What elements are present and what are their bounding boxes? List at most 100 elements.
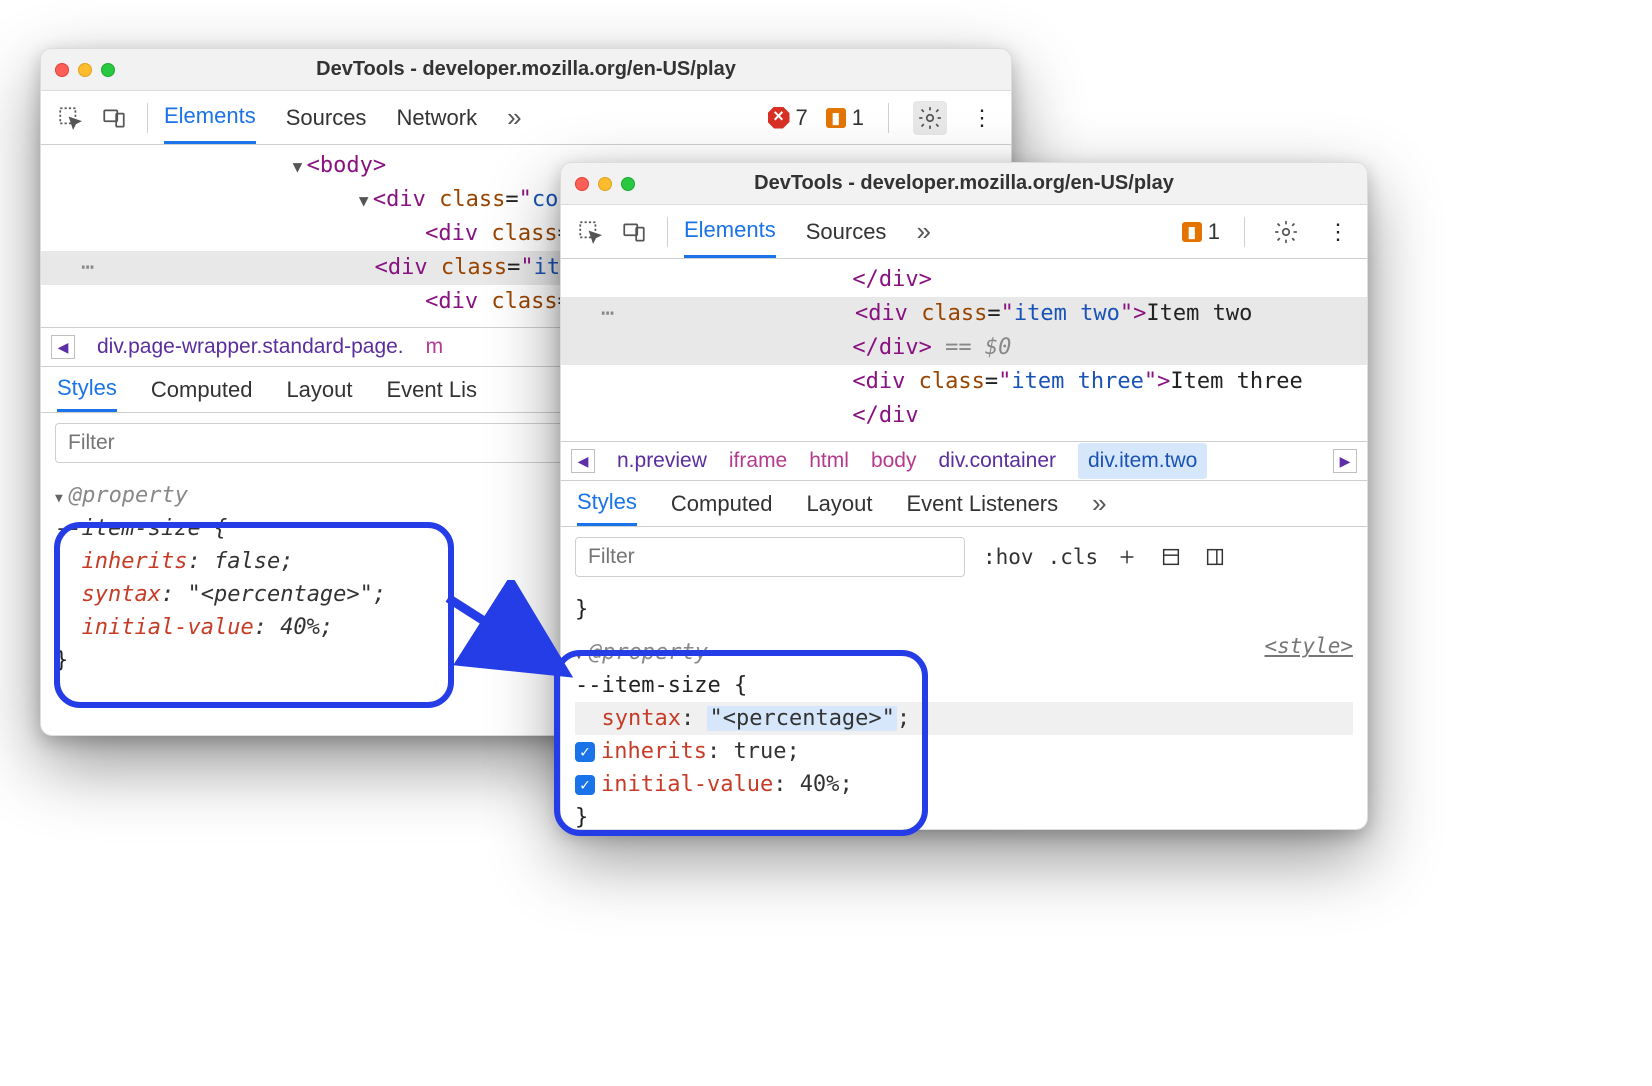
css-property-value: 40% [800,772,840,797]
hov-toggle[interactable]: :hov [983,545,1034,569]
more-tabs-chevron-icon[interactable]: » [916,216,924,247]
style-source-link[interactable]: <style> [1264,631,1353,663]
css-property-name: inherits [601,739,707,764]
window-title: DevTools - developer.mozilla.org/en-US/p… [41,58,1011,81]
more-tabs-chevron-icon[interactable]: » [507,102,515,133]
css-property-name: syntax [82,582,161,607]
dom-node[interactable]: ⋯ <div class="item two">Item two [561,297,1367,331]
cls-toggle[interactable]: .cls [1048,545,1099,569]
dom-node[interactable]: <div class="item three">Item three [561,365,1367,399]
issue-icon: ▮ [826,108,846,128]
breadcrumb-scroll-right-icon[interactable]: ▶ [1333,449,1357,473]
kebab-menu-icon[interactable]: ⋮ [965,101,999,135]
status-area: 7 ▮1 ⋮ [768,101,1000,135]
subtab-styles[interactable]: Styles [57,367,117,412]
error-icon [768,107,790,129]
css-declaration[interactable]: ✓initial-value: 40%; [575,768,1353,801]
issue-icon: ▮ [1182,222,1202,242]
breadcrumb-item[interactable]: html [809,449,849,473]
subtab-event-listeners[interactable]: Event Listeners [907,483,1059,525]
window-controls [55,63,115,77]
panel-tabs: Elements Sources Network » [164,91,758,144]
computed-styles-sidebar-icon[interactable] [1156,542,1186,572]
subtab-layout[interactable]: Layout [806,483,872,525]
device-toolbar-icon[interactable] [617,215,651,249]
dom-node[interactable]: </div> [561,263,1367,297]
css-property-value: "<percentage>" [187,582,372,607]
devtools-toolbar: Elements Sources » ▮1 ⋮ [561,205,1367,259]
titlebar[interactable]: DevTools - developer.mozilla.org/en-US/p… [41,49,1011,91]
inspect-element-icon[interactable] [573,215,607,249]
css-property-name: initial-value [82,615,254,640]
breadcrumb-scroll-left-icon[interactable]: ◀ [571,449,595,473]
issue-count[interactable]: ▮1 [1182,219,1220,245]
css-declaration[interactable]: ✓inherits: true; [575,735,1353,768]
breadcrumb-item[interactable]: m [426,335,444,359]
dom-node[interactable]: </div> == $0 [561,331,1367,365]
dom-text: Item two [1146,301,1252,326]
issue-count-value: 1 [1208,219,1220,245]
breadcrumb-item[interactable]: iframe [729,449,787,473]
device-toolbar-icon[interactable] [97,101,131,135]
tab-elements[interactable]: Elements [684,205,776,258]
css-declaration[interactable]: syntax: "<percentage>"; [575,702,1353,735]
styles-subtabs: Styles Computed Layout Event Listeners » [561,481,1367,527]
window-controls [575,177,635,191]
breadcrumb-item[interactable]: n.preview [617,449,707,473]
at-rule-label[interactable]: @property [575,640,708,665]
property-enable-checkbox[interactable]: ✓ [575,742,595,762]
separator [888,103,889,133]
fullscreen-window-btn[interactable] [621,177,635,191]
dom-node[interactable]: </div [561,399,1367,433]
minimize-window-btn[interactable] [78,63,92,77]
close-window-btn[interactable] [55,63,69,77]
css-property-name: syntax [602,706,681,731]
separator [1244,217,1245,247]
close-window-btn[interactable] [575,177,589,191]
at-rule-label[interactable]: @property [55,483,188,508]
subtab-computed[interactable]: Computed [671,483,773,525]
tab-elements[interactable]: Elements [164,91,256,144]
styles-filter-input[interactable] [575,537,965,577]
settings-gear-icon[interactable] [1269,215,1303,249]
inspect-element-icon[interactable] [53,101,87,135]
error-count-value: 7 [796,105,808,131]
fullscreen-window-btn[interactable] [101,63,115,77]
subtab-event-listeners[interactable]: Event Lis [387,369,478,411]
breadcrumb-scroll-left-icon[interactable]: ◀ [51,335,75,359]
more-subtabs-chevron-icon[interactable]: » [1092,488,1100,519]
rendering-panel-icon[interactable] [1200,542,1230,572]
css-property-value: 40% [280,615,320,640]
dom-tree[interactable]: </div> ⋯ <div class="item two">Item two … [561,259,1367,441]
issue-count[interactable]: ▮1 [826,105,864,131]
issue-count-value: 1 [852,105,864,131]
css-selector[interactable]: --item-size { [575,669,1353,702]
subtab-layout[interactable]: Layout [286,369,352,411]
selected-marker: == $0 [945,335,1011,360]
breadcrumb-item[interactable]: div.page-wrapper.standard-page. [97,335,404,359]
tab-sources[interactable]: Sources [806,207,887,257]
dom-text: Item three [1170,369,1302,394]
breadcrumb-item[interactable]: body [871,449,917,473]
breadcrumb-item[interactable]: div.container [938,449,1056,473]
subtab-styles[interactable]: Styles [577,481,637,526]
css-property-value: true [733,739,786,764]
css-property-value[interactable]: "<percentage>" [707,706,896,731]
breadcrumb[interactable]: ◀ n.preview iframe html body div.contain… [561,441,1367,481]
error-count[interactable]: 7 [768,105,808,131]
settings-gear-icon[interactable] [913,101,947,135]
subtab-computed[interactable]: Computed [151,369,253,411]
css-close-brace: } [575,593,1353,626]
new-style-rule-icon[interactable] [1112,542,1142,572]
titlebar[interactable]: DevTools - developer.mozilla.org/en-US/p… [561,163,1367,205]
kebab-menu-icon[interactable]: ⋮ [1321,215,1355,249]
tab-sources[interactable]: Sources [286,93,367,143]
minimize-window-btn[interactable] [598,177,612,191]
property-enable-checkbox[interactable]: ✓ [575,775,595,795]
css-property-value: false [214,549,280,574]
styles-toolbar: :hov .cls [983,542,1230,572]
styles-rules[interactable]: } @property <style> --item-size { syntax… [561,587,1367,830]
breadcrumb-item-active[interactable]: div.item.two [1078,443,1207,479]
tab-network[interactable]: Network [396,93,477,143]
styles-filter-row: :hov .cls [561,527,1367,587]
